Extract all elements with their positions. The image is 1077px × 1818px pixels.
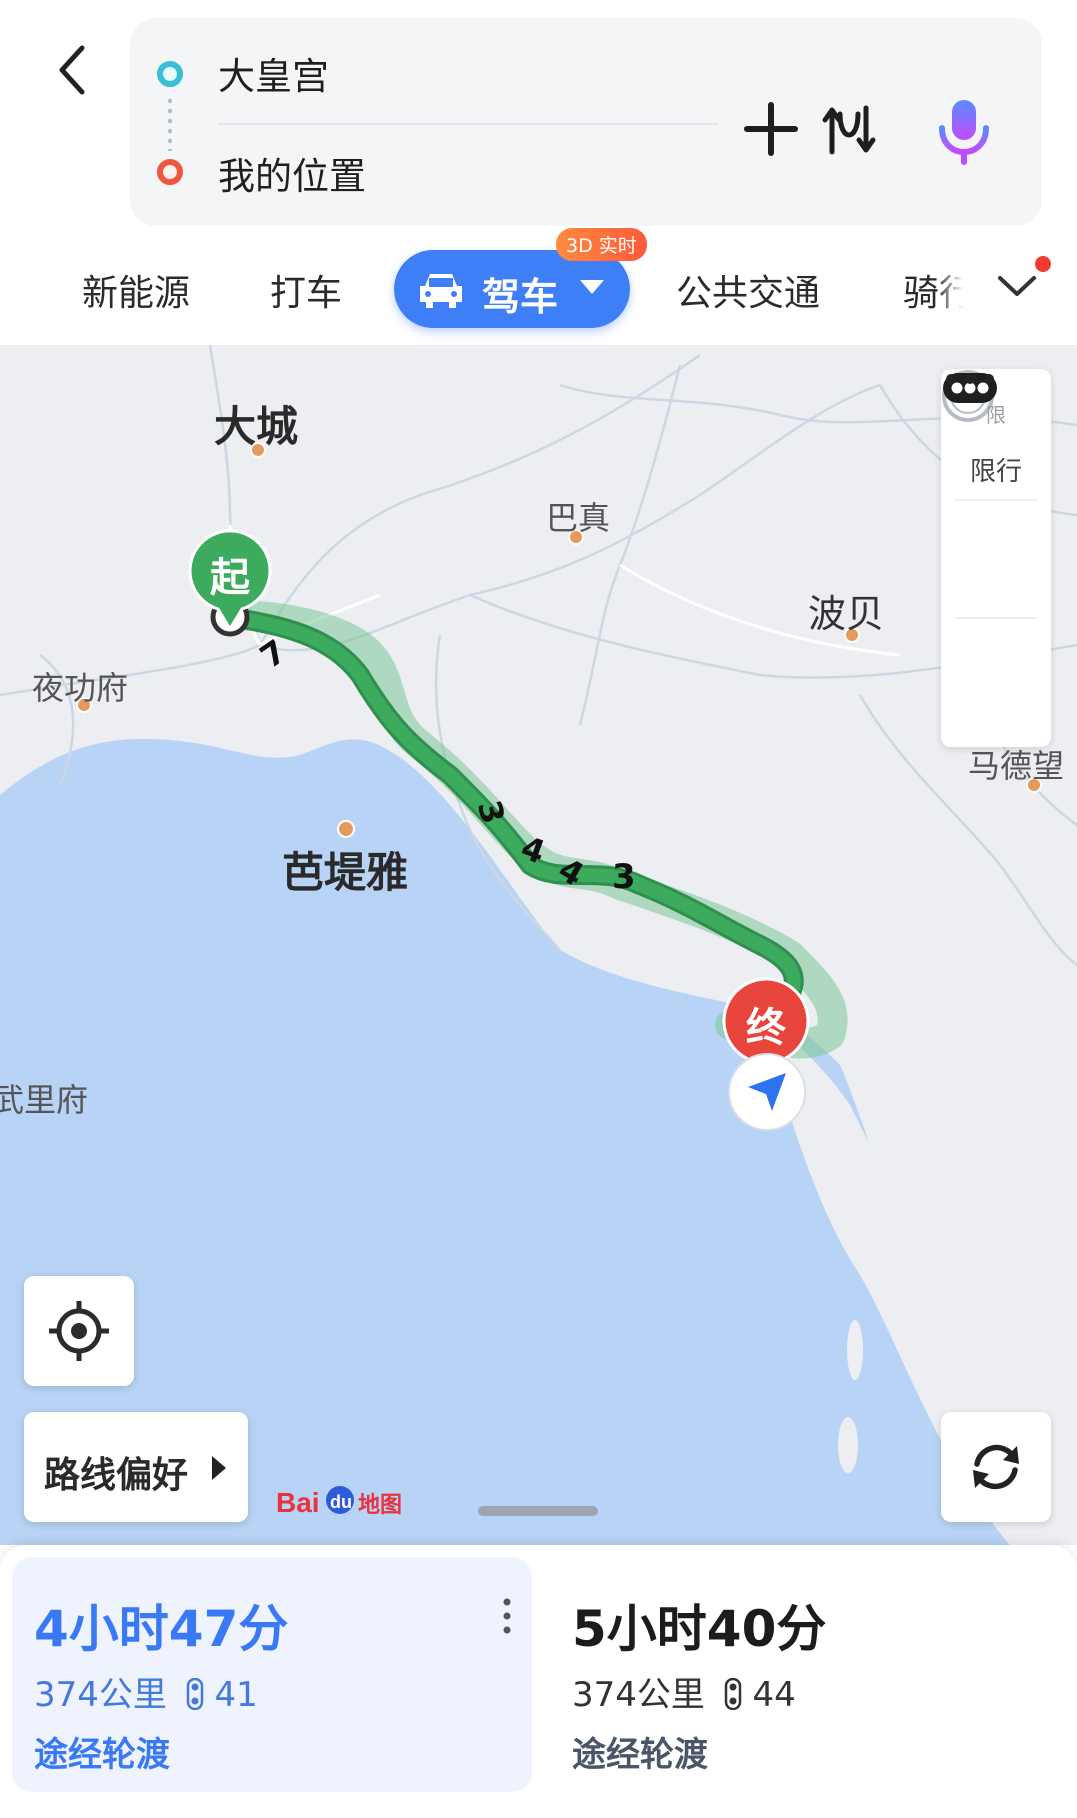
crosshair-icon — [49, 1301, 109, 1361]
traffic-light-icon — [724, 1678, 741, 1710]
transport-mode-tabs: 新能源 打车 驾车 公共交通 骑行 — [0, 240, 1077, 340]
route-card-1[interactable]: 4小时47分 374公里 41 途经轮渡 — [12, 1557, 532, 1792]
route-note: 途经轮渡 — [34, 1735, 170, 1775]
road-number-label: 3 — [612, 857, 636, 897]
origin-field[interactable]: 大皇宫 — [218, 46, 329, 100]
tab-public-transit[interactable]: 公共交通 — [676, 264, 820, 316]
navigation-arrow-icon — [728, 1053, 806, 1131]
traffic-light-icon — [186, 1678, 203, 1710]
chevron-left-icon[interactable] — [48, 40, 98, 100]
realtime-3d-badge: 3D 实时 — [556, 228, 647, 261]
field-divider — [218, 123, 718, 125]
plus-icon[interactable] — [742, 100, 800, 158]
route-meta: 374公里 41 — [34, 1667, 258, 1716]
city-label: 马德望 — [968, 747, 1065, 785]
swap-icon[interactable] — [822, 102, 876, 158]
start-marker[interactable]: 起 — [184, 529, 276, 633]
drive-label: 驾车 — [482, 275, 559, 319]
panel-divider — [955, 617, 1037, 619]
route-connector — [168, 96, 172, 151]
top-search-panel: 大皇宫 我的位置 — [0, 0, 1077, 230]
route-preference-button[interactable]: 路线偏好 — [24, 1412, 248, 1522]
city-label: 芭堤雅 — [282, 848, 409, 897]
route-duration: 5小时40分 — [572, 1600, 827, 1658]
kebab-menu-icon[interactable] — [502, 1597, 512, 1635]
refresh-icon — [973, 1444, 1019, 1490]
origin-dot-icon — [157, 61, 183, 87]
tab-new-energy[interactable]: 新能源 — [82, 264, 190, 316]
city-label: 巴真 — [546, 499, 611, 537]
traffic-light-count: 41 — [214, 1675, 258, 1715]
locate-me-button[interactable] — [24, 1276, 134, 1386]
notification-dot — [1035, 256, 1051, 272]
route-preference-label: 路线偏好 — [44, 1455, 189, 1496]
city-label: 夜功府 — [32, 669, 129, 707]
panel-divider — [955, 499, 1037, 501]
city-label: 大城 — [214, 402, 299, 451]
map-view[interactable]: 7 3 4 4 3 大城 巴真 波贝 夜功府 芭堤雅 马德望 武里府 起 终 限… — [0, 345, 1077, 1545]
car-icon — [420, 274, 462, 308]
microphone-icon[interactable] — [935, 96, 993, 166]
city-label: 波贝 — [808, 592, 885, 636]
destination-dot-icon — [157, 159, 183, 185]
map-side-panel: 限 限行 — [941, 369, 1051, 747]
route-distance: 374公里 — [34, 1675, 167, 1715]
route-meta: 374公里 44 — [572, 1667, 796, 1716]
route-options-sheet: 4小时47分 374公里 41 途经轮渡 5小时40分 374公里 44 途经轮… — [0, 1545, 1077, 1818]
chevron-down-icon[interactable] — [996, 272, 1038, 300]
route-duration: 4小时47分 — [34, 1600, 289, 1658]
tab-cycling[interactable]: 骑行 — [903, 264, 963, 316]
svg-text:地图: 地图 — [358, 1493, 402, 1518]
tab-taxi[interactable]: 打车 — [270, 264, 342, 316]
route-distance: 374公里 — [572, 1675, 705, 1715]
route-card-2[interactable]: 5小时40分 374公里 44 途经轮渡 — [550, 1557, 1070, 1792]
map-canvas — [0, 345, 1077, 1545]
traffic-light-count: 44 — [752, 1675, 796, 1715]
caret-down-icon — [580, 280, 604, 294]
caret-right-icon — [212, 1456, 226, 1480]
tab-drive[interactable]: 驾车 — [394, 250, 630, 328]
drag-handle[interactable] — [478, 1506, 598, 1516]
end-marker-label: 终 — [746, 1005, 786, 1051]
restriction-label[interactable]: 限行 — [941, 451, 1051, 488]
route-input-box: 大皇宫 我的位置 — [130, 18, 1042, 226]
svg-text:Bai: Bai — [276, 1487, 320, 1518]
city-label: 武里府 — [0, 1081, 89, 1119]
refresh-button[interactable] — [941, 1412, 1051, 1522]
destination-field[interactable]: 我的位置 — [218, 146, 366, 200]
svg-text:du: du — [330, 1492, 352, 1512]
route-note: 途经轮渡 — [572, 1735, 708, 1775]
start-marker-label: 起 — [210, 555, 250, 601]
more-options-icon[interactable] — [941, 369, 999, 389]
baidu-map-logo: Bai du 地图 — [276, 1486, 402, 1518]
